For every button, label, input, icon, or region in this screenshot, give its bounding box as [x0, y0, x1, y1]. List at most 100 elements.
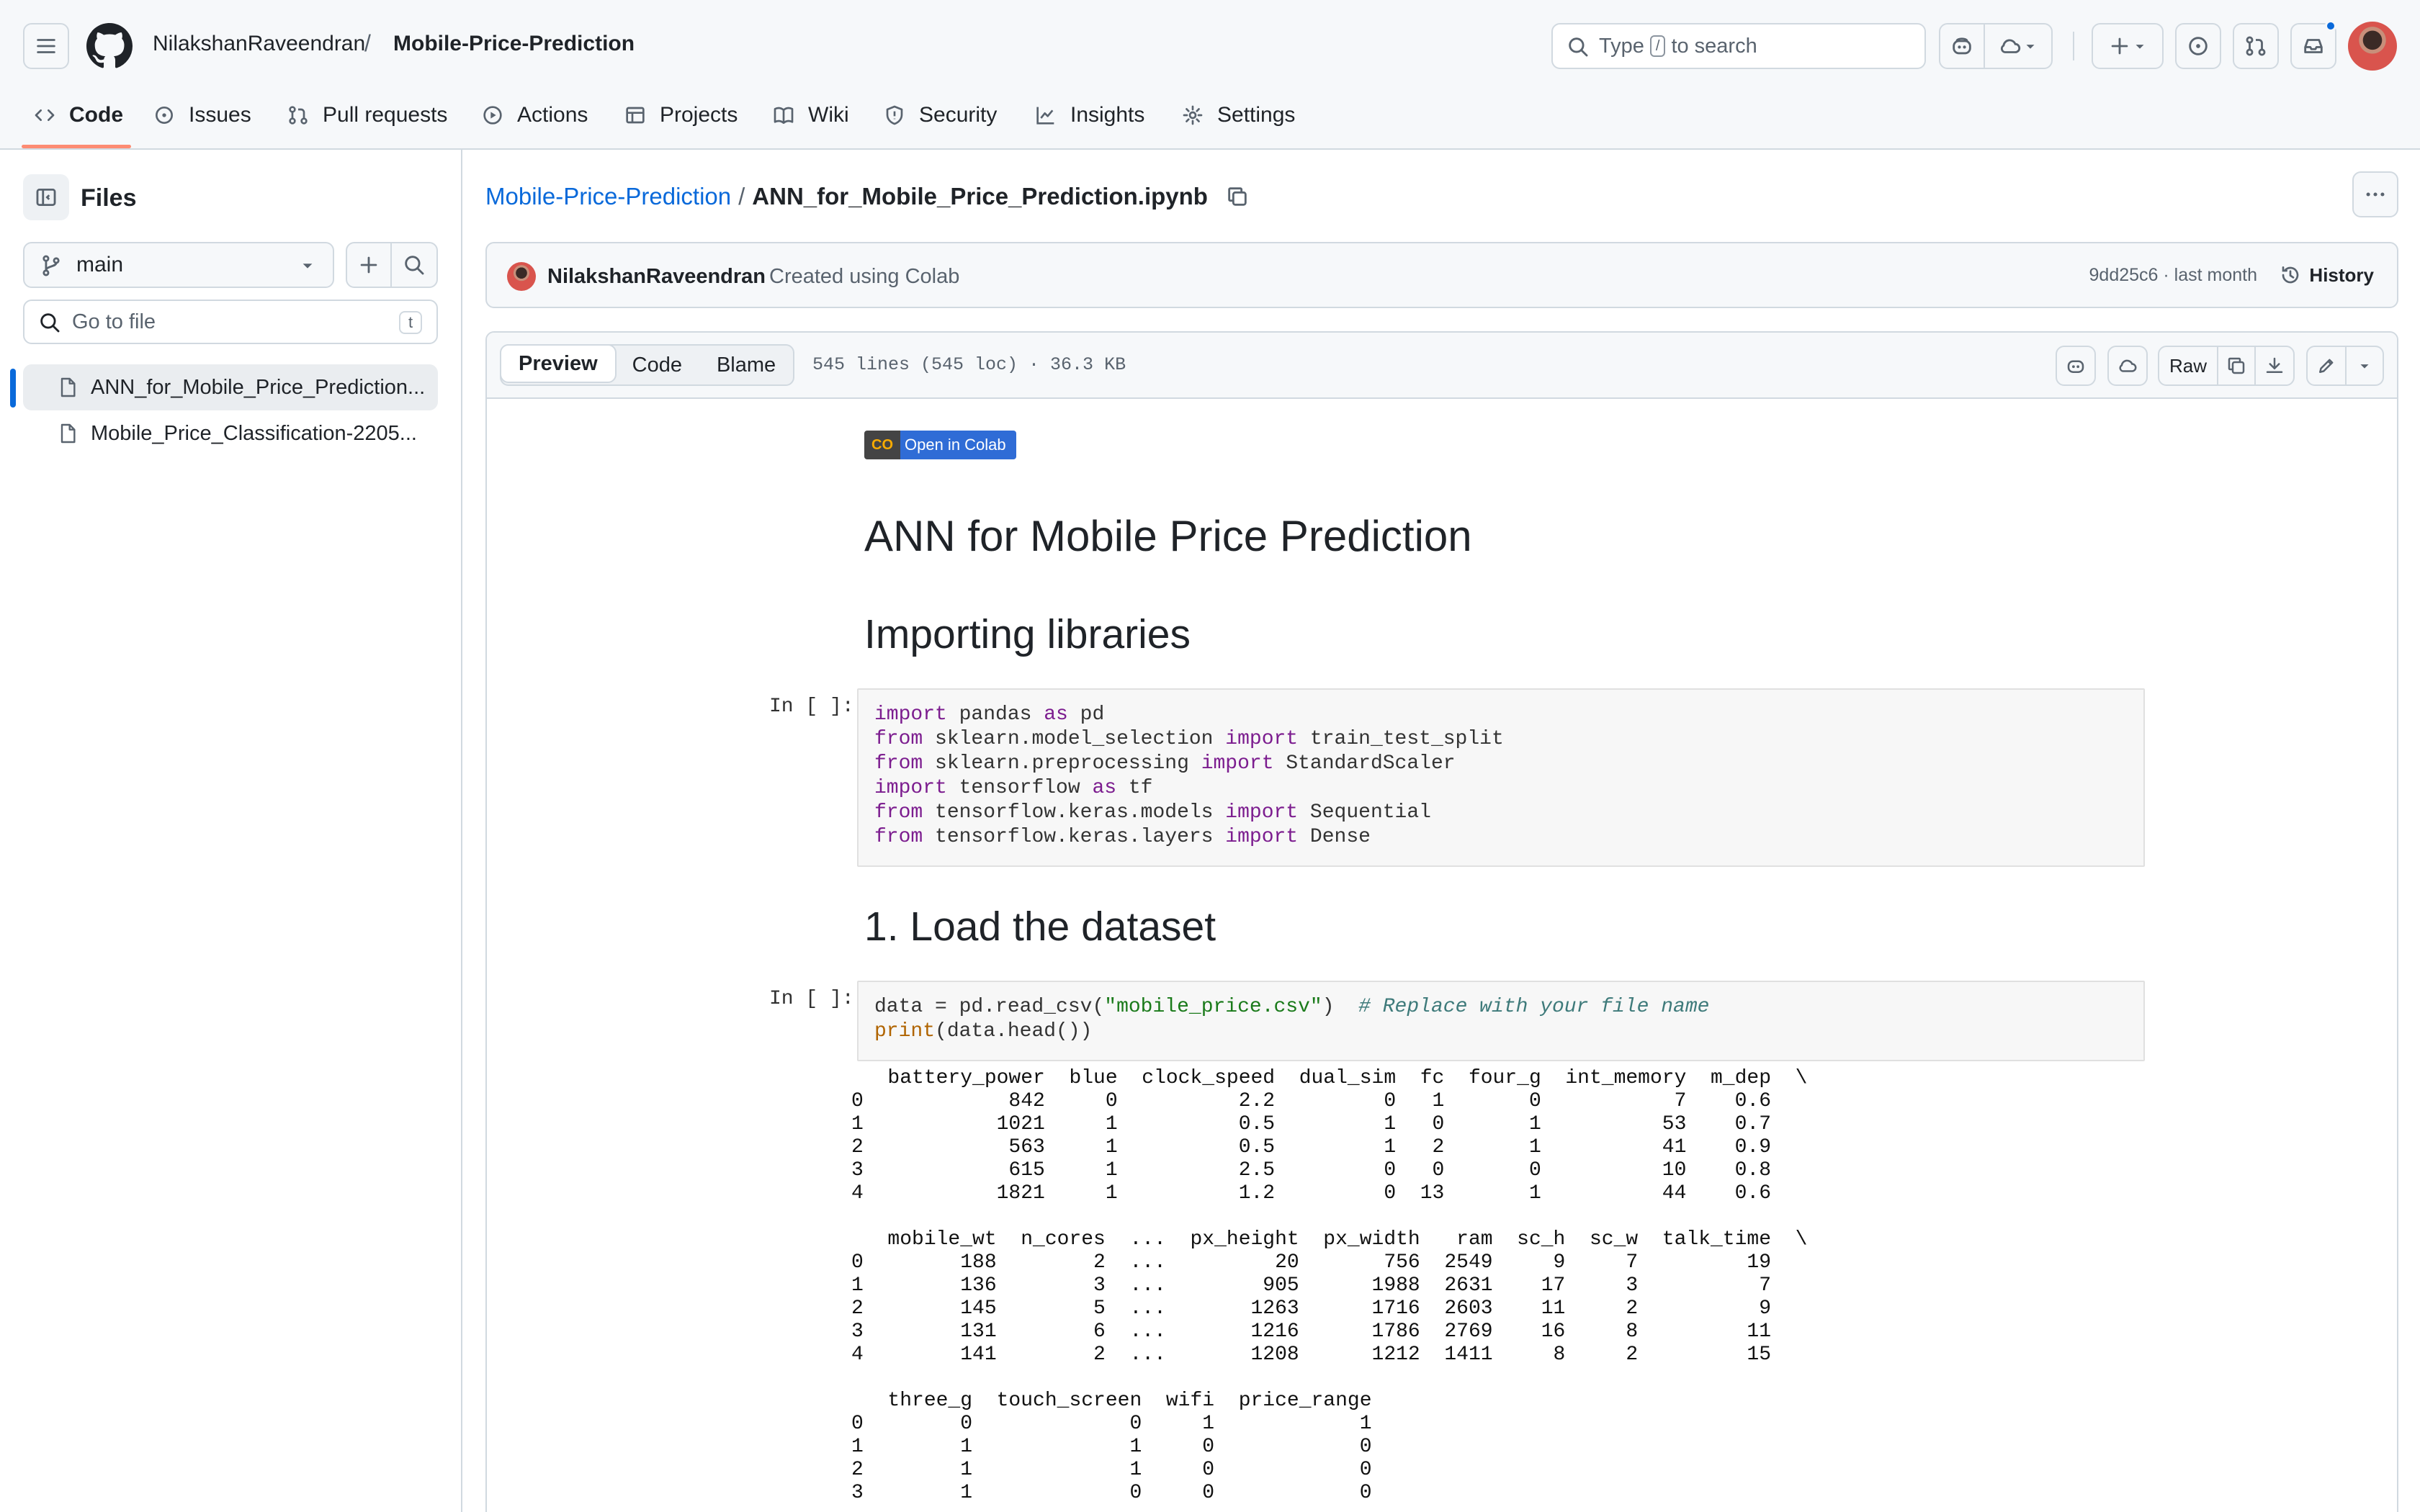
- tab-wiki[interactable]: Wiki: [772, 99, 849, 131]
- tab-preview[interactable]: Preview: [500, 344, 617, 383]
- code-token: from: [874, 801, 923, 824]
- breadcrumb-repo-link[interactable]: Mobile-Price-Prediction: [485, 183, 731, 210]
- collapse-sidebar-button[interactable]: [23, 174, 69, 220]
- history-label: History: [2309, 264, 2374, 286]
- copilot-dropdown-button[interactable]: [1984, 23, 2053, 69]
- code-token: tensorflow.keras.layers: [923, 826, 1226, 848]
- code-icon: [35, 109, 55, 121]
- add-file-button[interactable]: [346, 242, 392, 288]
- commit-sha-and-age[interactable]: 9dd25c6 · last month: [2089, 265, 2257, 286]
- tab-code-view[interactable]: Code: [615, 346, 699, 384]
- tree-file-ann-notebook[interactable]: ANN_for_Mobile_Price_Prediction...: [23, 364, 438, 410]
- tab-settings-label: Settings: [1217, 103, 1296, 127]
- tree-file-name: Mobile_Price_Classification-2205...: [91, 421, 417, 445]
- tab-issues-label: Issues: [189, 103, 251, 127]
- output-line: 0 0 0 1 1: [851, 1413, 1372, 1435]
- menu-button[interactable]: [23, 23, 69, 69]
- table-icon: [626, 107, 645, 124]
- plus-icon: [2111, 37, 2128, 55]
- file-toolbar: Preview Code Blame 545 lines (545 loc) ·…: [487, 333, 2397, 399]
- cloud-icon: [2000, 39, 2021, 53]
- copilot-button[interactable]: [1939, 23, 1985, 69]
- code-cell-imports[interactable]: import pandas as pd from sklearn.model_s…: [857, 688, 2145, 867]
- code-token: ): [1322, 996, 1359, 1018]
- breadcrumb: Mobile-Price-Prediction / ANN_for_Mobile…: [485, 183, 1250, 210]
- commit-message[interactable]: Created using Colab: [769, 265, 959, 289]
- tab-blame[interactable]: Blame: [699, 346, 793, 384]
- commit-author[interactable]: NilakshanRaveendran: [547, 265, 766, 289]
- user-avatar[interactable]: [2348, 22, 2397, 71]
- colab-badge-label: Open in Colab: [900, 431, 1016, 459]
- output-line: 3 615 1 2.5 0 0 0 10 0.8: [851, 1159, 1808, 1182]
- code-token: import: [874, 777, 947, 799]
- history-icon: [2282, 266, 2299, 284]
- download-button[interactable]: [2254, 346, 2295, 386]
- copy-icon[interactable]: [1225, 184, 1250, 209]
- edit-options-button[interactable]: [2345, 346, 2384, 386]
- go-to-file-shortcut: t: [399, 311, 422, 334]
- tab-projects[interactable]: Projects: [624, 99, 738, 131]
- edit-button[interactable]: [2306, 346, 2347, 386]
- pull-requests-button[interactable]: [2233, 23, 2279, 69]
- code-token: from: [874, 826, 923, 848]
- code-token: # Replace with your file name: [1358, 996, 1710, 1018]
- history-link[interactable]: History: [2279, 264, 2374, 287]
- notification-dot: [2325, 20, 2336, 32]
- tab-settings[interactable]: Settings: [1181, 99, 1295, 131]
- branch-selector[interactable]: main: [23, 242, 334, 288]
- copy-raw-button[interactable]: [2217, 346, 2256, 386]
- code-token: train_test_split: [1298, 728, 1504, 750]
- search-files-button[interactable]: [390, 242, 438, 288]
- view-mode-segmented-control: Preview Code Blame: [500, 344, 795, 386]
- files-heading: Files: [81, 184, 137, 212]
- output-line: three_g touch_screen wifi price_range: [851, 1390, 1372, 1412]
- tab-security[interactable]: Security: [883, 99, 997, 131]
- output-line: 4 141 2 ... 1208 1212 1411 8 2 15: [851, 1344, 1808, 1366]
- open-in-colab-badge[interactable]: CO Open in Colab: [864, 431, 1016, 459]
- tab-insights-label: Insights: [1070, 103, 1145, 127]
- search-input[interactable]: Type / to search: [1551, 23, 1926, 69]
- create-new-button[interactable]: [2092, 23, 2164, 69]
- tab-issues[interactable]: Issues: [153, 99, 251, 131]
- breadcrumb-file-name: ANN_for_Mobile_Price_Prediction.ipynb: [752, 183, 1208, 210]
- tab-wiki-label: Wiki: [808, 103, 849, 127]
- tab-insights[interactable]: Insights: [1034, 99, 1144, 131]
- tree-file-classification-notebook[interactable]: Mobile_Price_Classification-2205...: [23, 410, 438, 456]
- copilot-ask-button[interactable]: [2056, 346, 2096, 386]
- repo-owner-link[interactable]: NilakshanRaveendran: [153, 32, 365, 56]
- repo-name-link[interactable]: Mobile-Price-Prediction: [393, 32, 635, 56]
- code-token: data = pd.read_csv(: [874, 996, 1105, 1018]
- output-line: 2 563 1 0.5 1 2 1 41 0.9: [851, 1136, 1808, 1158]
- branch-icon: [42, 255, 60, 276]
- github-logo-icon[interactable]: [86, 23, 133, 69]
- more-options-button[interactable]: [2352, 171, 2398, 217]
- cloud-icon: [2119, 359, 2137, 372]
- output-line: 4 1821 1 1.2 0 13 1 44 0.6: [851, 1182, 1808, 1205]
- code-token: pd: [1067, 703, 1105, 726]
- tab-pull-requests[interactable]: Pull requests: [287, 99, 447, 131]
- codespace-button[interactable]: [2107, 346, 2148, 386]
- output-line: 3 1 0 0 0: [851, 1482, 1372, 1504]
- latest-commit-bar: NilakshanRaveendran Created using Colab …: [485, 242, 2398, 308]
- code-token: as: [1044, 703, 1068, 726]
- go-to-file-input[interactable]: Go to file t: [23, 300, 438, 344]
- pull-request-icon: [289, 106, 308, 125]
- download-icon: [2266, 357, 2283, 373]
- copy-icon: [2228, 357, 2245, 374]
- shield-icon: [886, 105, 903, 125]
- issues-button[interactable]: [2175, 23, 2221, 69]
- output-line: 2 145 5 ... 1263 1716 2603 11 2 9: [851, 1297, 1808, 1320]
- code-cell-source: import pandas as pd from sklearn.model_s…: [874, 703, 2128, 850]
- commit-author-avatar[interactable]: [507, 262, 536, 291]
- raw-button[interactable]: Raw: [2158, 346, 2218, 386]
- output-line: 0 842 0 2.2 0 1 0 7 0.6: [851, 1090, 1808, 1112]
- code-token: import: [1201, 752, 1274, 775]
- tab-actions[interactable]: Actions: [481, 99, 588, 131]
- book-icon: [774, 107, 794, 124]
- tab-code[interactable]: Code: [33, 99, 123, 131]
- breadcrumb-separator: /: [738, 183, 745, 210]
- code-token: import: [874, 703, 947, 726]
- code-cell-load-data[interactable]: data = pd.read_csv("mobile_price.csv") #…: [857, 981, 2145, 1061]
